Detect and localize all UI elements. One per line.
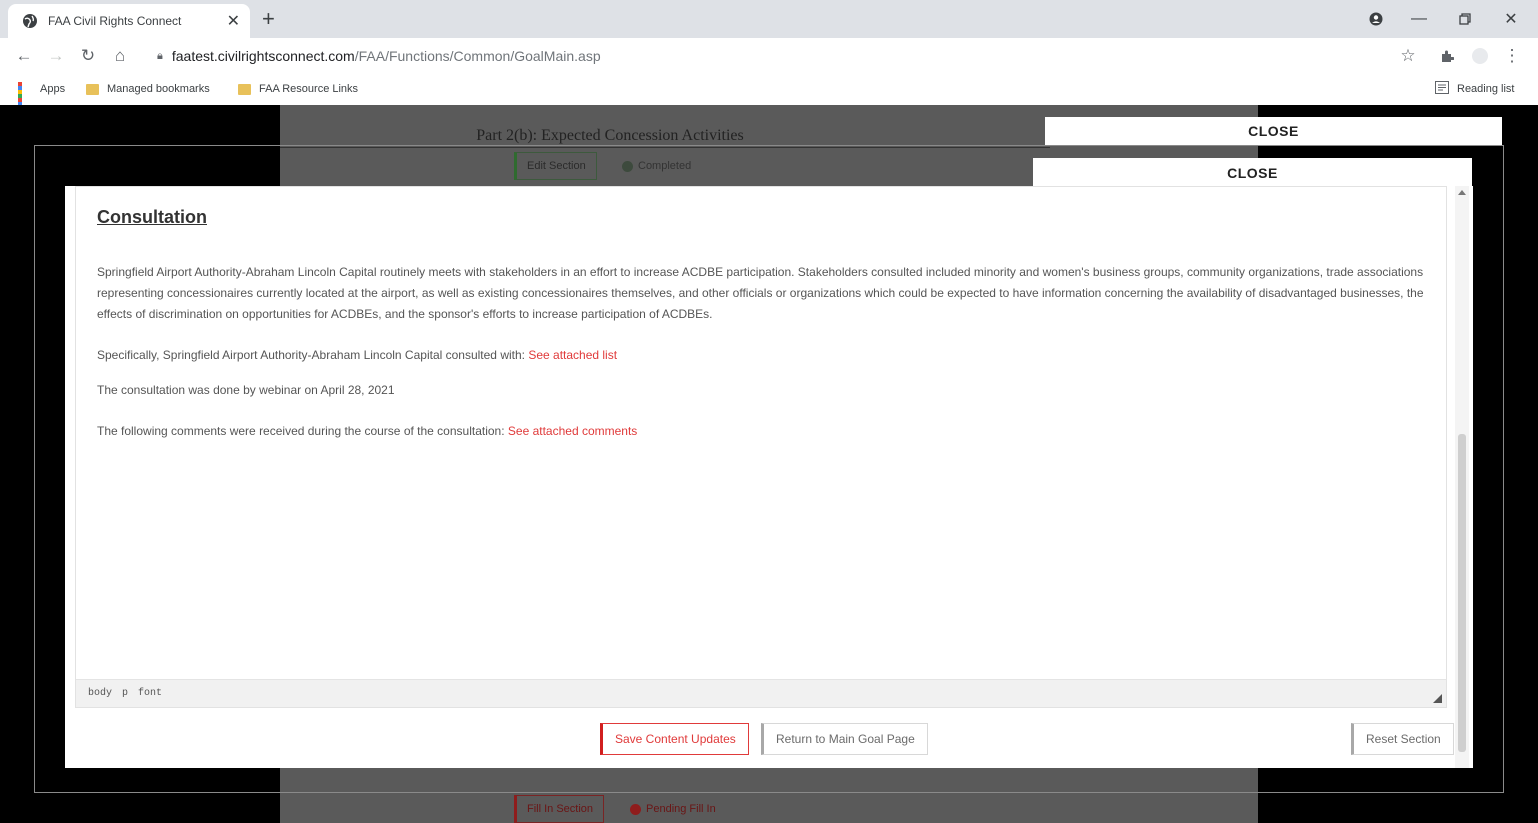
rich-text-editor[interactable]: Consultation Springfield Airport Authori…: [75, 186, 1447, 708]
scroll-thumb[interactable]: [1458, 434, 1466, 752]
browser-tab[interactable]: FAA Civil Rights Connect ✕: [8, 4, 250, 38]
restore-icon[interactable]: [1452, 6, 1478, 32]
folder-icon: [86, 83, 99, 95]
return-to-main-goal-button[interactable]: Return to Main Goal Page: [761, 723, 928, 755]
consulted-with-text: Specifically, Springfield Airport Author…: [97, 348, 529, 362]
bookmark-label: Managed bookmarks: [107, 83, 210, 95]
fill-in-section-button[interactable]: Fill In Section: [514, 795, 605, 823]
browser-tabstrip: FAA Civil Rights Connect ✕ + — ✕: [0, 0, 1538, 38]
close-button-outer[interactable]: CLOSE: [1045, 117, 1502, 145]
editor-heading: Consultation: [97, 207, 207, 227]
scroll-up-arrow-icon[interactable]: [1458, 190, 1466, 195]
attached-list-link[interactable]: See attached list: [528, 348, 617, 362]
consultation-modal: Consultation Springfield Airport Authori…: [65, 186, 1473, 768]
alert-circle-icon: [630, 803, 641, 815]
reading-list-label: Reading list: [1457, 83, 1515, 95]
url-host: faatest.civilrightsconnect.com: [171, 48, 355, 64]
comments-paragraph: The following comments were received dur…: [97, 421, 1432, 442]
attached-comments-link[interactable]: See attached comments: [508, 424, 637, 438]
reset-section-button[interactable]: Reset Section: [1351, 723, 1454, 755]
back-icon[interactable]: ←: [14, 46, 34, 66]
path-body[interactable]: body: [88, 688, 112, 699]
bookmark-managed[interactable]: Managed bookmarks: [86, 80, 210, 98]
editor-element-path: body p font: [76, 679, 1446, 707]
minimize-icon[interactable]: —: [1406, 6, 1432, 32]
lock-icon: 🔒︎: [157, 49, 163, 62]
forward-icon[interactable]: →: [46, 46, 66, 66]
folder-icon: [238, 83, 251, 95]
apps-grid-icon: [18, 82, 32, 118]
bookmark-apps[interactable]: Apps: [18, 80, 66, 118]
reading-list[interactable]: Reading list: [1435, 80, 1514, 98]
reading-list-icon: [1435, 81, 1449, 97]
bookmark-faa-resources[interactable]: FAA Resource Links: [238, 80, 358, 98]
comments-text: The following comments were received dur…: [97, 424, 508, 438]
bookmarks-bar: Apps Managed bookmarks FAA Resource Link…: [0, 74, 1538, 118]
resize-handle-icon[interactable]: [1433, 694, 1442, 703]
browser-toolbar: ← → ↻ ⌂ 🔒︎ faatest.civilrightsconnect.co…: [0, 38, 1538, 74]
home-icon[interactable]: ⌂: [110, 46, 130, 66]
editor-content[interactable]: Consultation Springfield Airport Authori…: [97, 207, 1432, 442]
tab-title: FAA Civil Rights Connect: [48, 14, 182, 28]
pending-label: Pending Fill In: [646, 803, 716, 815]
new-tab-icon[interactable]: +: [262, 8, 275, 30]
close-button-inner[interactable]: CLOSE: [1033, 158, 1472, 187]
star-bookmark-icon[interactable]: ☆: [1398, 46, 1418, 66]
pending-status: Pending Fill In: [620, 795, 726, 823]
menu-kebab-icon[interactable]: ⋮: [1502, 46, 1522, 66]
background-section-heading: Part 2(b): Expected Concession Activitie…: [476, 127, 744, 144]
path-p[interactable]: p: [122, 688, 128, 699]
webinar-paragraph: The consultation was done by webinar on …: [97, 383, 395, 397]
path-font[interactable]: font: [138, 688, 162, 699]
consulted-with-paragraph: Specifically, Springfield Airport Author…: [97, 345, 1432, 366]
account-icon[interactable]: [1470, 46, 1490, 66]
url-text: faatest.civilrightsconnect.com/FAA/Funct…: [172, 48, 601, 64]
extensions-icon[interactable]: [1437, 46, 1457, 66]
page-viewport: Part 2(b): Expected Concession Activitie…: [0, 105, 1538, 823]
address-bar[interactable]: 🔒︎ faatest.civilrightsconnect.com/FAA/Fu…: [145, 42, 1435, 70]
reload-icon[interactable]: ↻: [78, 46, 98, 66]
bookmark-label: FAA Resource Links: [259, 83, 359, 95]
modal-actions: Save Content Updates Return to Main Goal…: [65, 723, 1455, 755]
modal-scrollbar[interactable]: [1455, 186, 1469, 768]
save-content-updates-button[interactable]: Save Content Updates: [600, 723, 749, 755]
window-close-icon[interactable]: ✕: [1498, 6, 1524, 32]
stakeholders-paragraph: Springfield Airport Authority-Abraham Li…: [97, 265, 1424, 321]
url-path: /FAA/Functions/Common/GoalMain.asp: [354, 48, 601, 64]
bookmark-label: Apps: [40, 83, 66, 95]
profile-icon[interactable]: [1364, 6, 1388, 32]
globe-icon: [23, 14, 37, 28]
close-tab-icon[interactable]: ✕: [227, 11, 240, 31]
